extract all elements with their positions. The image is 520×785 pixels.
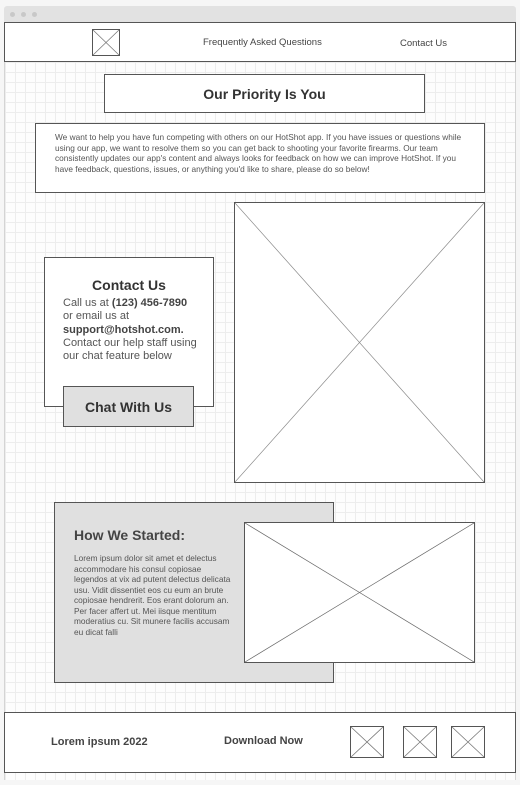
contact-details: Call us at (123) 456-7890 or email us at… (63, 297, 203, 363)
nav-link-faq[interactable]: Frequently Asked Questions (203, 37, 322, 48)
email-address[interactable]: support@hotshot.com. (63, 324, 184, 336)
window-dot-icon (21, 12, 26, 17)
footer-copyright: Lorem ipsum 2022 (51, 736, 148, 748)
story-image-placeholder (244, 522, 475, 663)
call-prefix: Call us at (63, 297, 112, 309)
story-heading: How We Started: (74, 527, 185, 543)
store-badge-icon-2[interactable] (403, 726, 437, 758)
chat-note: Contact our help staff using our chat fe… (63, 336, 197, 363)
intro-paragraph: We want to help you have fun competing w… (35, 123, 485, 193)
hero-image-placeholder (234, 202, 485, 483)
page-title: Our Priority Is You (104, 74, 425, 113)
story-paragraph: Lorem ipsum dolor sit amet et delectus a… (74, 553, 231, 637)
download-now-link[interactable]: Download Now (224, 735, 303, 747)
phone-number[interactable]: (123) 456-7890 (112, 297, 187, 309)
chat-with-us-button[interactable]: Chat With Us (63, 386, 194, 427)
logo-placeholder-icon[interactable] (92, 29, 120, 56)
email-prefix: or email us at (63, 310, 130, 323)
contact-card: Contact Us Call us at (123) 456-7890 or … (44, 257, 214, 407)
store-badge-icon-1[interactable] (350, 726, 384, 758)
browser-titlebar (4, 6, 516, 22)
window-dot-icon (10, 12, 15, 17)
window-dot-icon (32, 12, 37, 17)
store-badge-icon-3[interactable] (451, 726, 485, 758)
contact-heading: Contact Us (92, 277, 166, 293)
nav-link-contact[interactable]: Contact Us (400, 38, 447, 49)
